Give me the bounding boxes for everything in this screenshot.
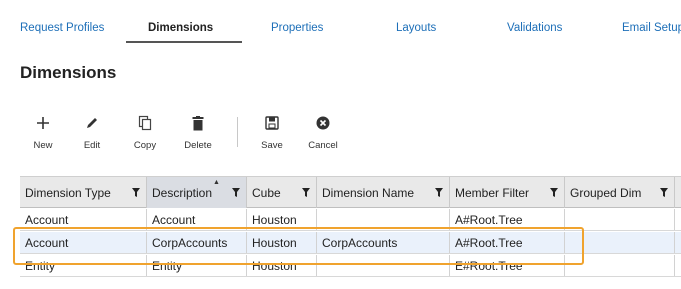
filter-icon[interactable]	[435, 188, 443, 197]
column-header-description[interactable]: ▲ Description	[147, 177, 247, 208]
table-row[interactable]: Entity Entity Houston E#Root.Tree	[20, 255, 681, 277]
tab-bar: Request Profiles Dimensions Properties L…	[0, 0, 681, 46]
table-row[interactable]: Account Account Houston A#Root.Tree	[20, 209, 681, 231]
toolbar-divider	[237, 117, 238, 147]
column-header-member-filter[interactable]: Member Filter	[450, 177, 565, 208]
dimensions-grid: Dimension Type ▲ Description Cube Dimens…	[20, 176, 681, 289]
cancel-button-label: Cancel	[308, 140, 338, 151]
cell-cube[interactable]: Houston	[247, 255, 317, 276]
column-header-label: Grouped Dim	[570, 185, 642, 200]
column-header-cube[interactable]: Cube	[247, 177, 317, 208]
cell-cube[interactable]: Houston	[247, 232, 317, 253]
cell-grouped-dim[interactable]	[565, 232, 675, 253]
sort-ascending-icon: ▲	[213, 179, 220, 186]
copy-button[interactable]: Copy	[130, 112, 160, 158]
cell-description[interactable]: Entity	[147, 255, 247, 276]
page-title: Dimensions	[20, 63, 117, 82]
cancel-button[interactable]: Cancel	[305, 112, 341, 158]
tab-validations[interactable]: Validations	[507, 22, 562, 34]
delete-button-label: Delete	[184, 140, 212, 151]
cell-member-filter[interactable]: E#Root.Tree	[450, 255, 565, 276]
filter-icon[interactable]	[660, 188, 668, 197]
cell-member-filter[interactable]: A#Root.Tree	[450, 232, 565, 253]
column-header-label: Member Filter	[455, 185, 530, 200]
save-button[interactable]: Save	[257, 112, 287, 158]
delete-button[interactable]: Delete	[180, 112, 216, 158]
cell-dimension-name[interactable]	[317, 255, 450, 276]
cancel-icon	[316, 112, 330, 134]
cell-grouped-dim[interactable]	[565, 255, 675, 276]
tab-email-setup[interactable]: Email Setup	[622, 22, 681, 34]
column-header-dimension-type[interactable]: Dimension Type	[20, 177, 147, 208]
cell-cube[interactable]: Houston	[247, 209, 317, 230]
active-tab-indicator	[126, 41, 242, 43]
cell-dimension-type[interactable]: Account	[20, 209, 147, 230]
tab-properties[interactable]: Properties	[271, 22, 323, 34]
edit-button[interactable]: Edit	[77, 112, 107, 158]
tab-request-profiles[interactable]: Request Profiles	[20, 22, 104, 34]
cell-grouped-dim[interactable]	[565, 209, 675, 230]
edit-button-label: Edit	[83, 140, 101, 151]
save-button-label: Save	[261, 140, 283, 151]
filter-icon[interactable]	[302, 188, 310, 197]
grid-header: Dimension Type ▲ Description Cube Dimens…	[20, 176, 681, 208]
column-header-dimension-name[interactable]: Dimension Name	[317, 177, 450, 208]
filter-icon[interactable]	[132, 188, 140, 197]
table-row-selected[interactable]: Account CorpAccounts Houston CorpAccount…	[20, 232, 681, 254]
column-header-label: Dimension Type	[25, 185, 111, 200]
column-header-grouped-dim[interactable]: Grouped Dim	[565, 177, 675, 208]
save-icon	[265, 112, 279, 134]
cell-description[interactable]: CorpAccounts	[147, 232, 247, 253]
trash-icon	[192, 112, 204, 134]
tab-layouts[interactable]: Layouts	[396, 22, 436, 34]
new-button[interactable]: New	[28, 112, 58, 158]
copy-icon	[138, 112, 152, 134]
new-button-label: New	[33, 140, 53, 151]
filter-icon[interactable]	[550, 188, 558, 197]
cell-dimension-name[interactable]: CorpAccounts	[317, 232, 450, 253]
cell-dimension-type[interactable]: Entity	[20, 255, 147, 276]
cell-member-filter[interactable]: A#Root.Tree	[450, 209, 565, 230]
cell-dimension-name[interactable]	[317, 209, 450, 230]
column-header-label: Dimension Name	[322, 185, 415, 200]
column-header-label: Cube	[252, 185, 281, 200]
cell-dimension-type[interactable]: Account	[20, 232, 147, 253]
column-header-label: Description	[152, 185, 213, 200]
cell-description[interactable]: Account	[147, 209, 247, 230]
copy-button-label: Copy	[133, 140, 157, 151]
pencil-icon	[85, 112, 99, 134]
filter-icon[interactable]	[232, 188, 240, 197]
plus-icon	[36, 112, 50, 134]
tab-dimensions[interactable]: Dimensions	[148, 22, 213, 34]
